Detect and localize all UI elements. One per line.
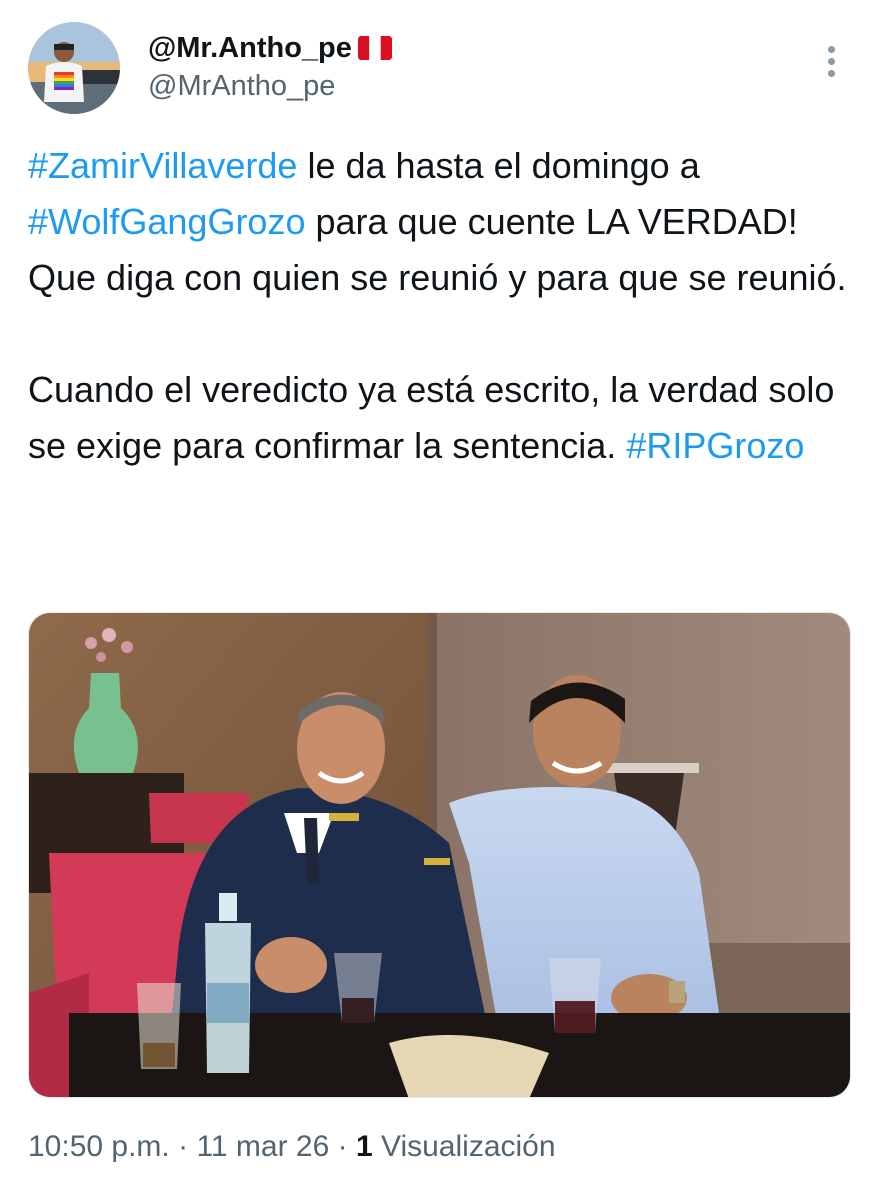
tweet-date[interactable]: 11 mar 26 [196,1130,329,1163]
author-handle[interactable]: @MrAntho_pe [148,70,392,103]
tweet-text: #ZamirVillaverde le da hasta el domingo … [28,138,848,474]
author-names: @Mr.Antho_pe @MrAntho_pe [148,30,392,103]
meta-separator: · [329,1130,356,1163]
display-name[interactable]: @Mr.Antho_pe [148,32,352,65]
meta-separator: · [169,1130,197,1163]
tweet-time[interactable]: 10:50 p.m. [28,1130,170,1163]
hashtag-link[interactable]: #RIPGrozo [626,425,804,466]
avatar[interactable] [28,22,120,114]
hashtag-link[interactable]: #WolfGangGrozo [28,201,305,242]
views-count[interactable]: 1 [356,1130,373,1163]
tweet-photo[interactable] [28,612,851,1098]
hashtag-link[interactable]: #ZamirVillaverde [28,145,297,186]
display-name-row[interactable]: @Mr.Antho_pe [148,30,392,66]
tweet-text-segment: le da hasta el domingo a [297,145,710,186]
views-label[interactable]: Visualización [373,1130,556,1163]
peru-flag-icon [357,36,392,60]
more-options-icon[interactable] [825,46,837,86]
tweet-header: @Mr.Antho_pe @MrAntho_pe [28,22,851,118]
tweet-meta: 10:50 p.m. · 11 mar 26 · 1 Visualización [28,1130,556,1164]
